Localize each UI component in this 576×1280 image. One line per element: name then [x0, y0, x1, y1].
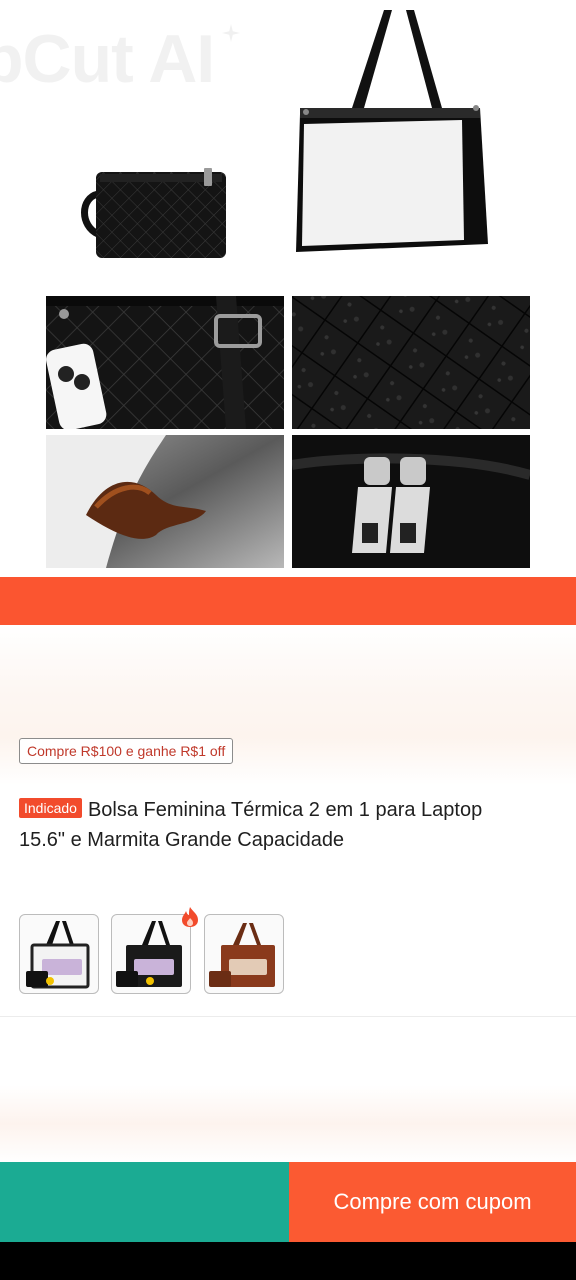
system-navigation-bar [0, 1242, 576, 1280]
product-title-text: Bolsa Feminina Térmica 2 em 1 para Lapto… [19, 799, 483, 851]
clutch-bag-image [78, 164, 230, 264]
variant-thumb-black[interactable] [111, 914, 191, 994]
phone-in-bag-detail [46, 296, 284, 429]
tote-bag-image [292, 4, 492, 258]
section-divider [0, 1016, 576, 1017]
variant-thumb-white[interactable] [19, 914, 99, 994]
promo-banner [0, 577, 576, 625]
watermark-text: pCut AI [0, 21, 215, 97]
tote-bag-icon [209, 923, 275, 987]
recommended-tag: Indicado [19, 798, 82, 818]
product-title: Indicado Bolsa Feminina Térmica 2 em 1 pa… [19, 795, 519, 855]
lower-section [0, 1085, 576, 1163]
zipper-detail [292, 435, 530, 568]
coupon-chip[interactable]: Compre R$100 e ganhe R$1 off [19, 738, 234, 764]
tote-bag-icon [26, 921, 90, 989]
quilted-texture-detail [292, 296, 530, 429]
fire-icon [182, 907, 198, 927]
product-hero-image[interactable]: pCut AI [0, 0, 576, 577]
bottom-bar-left[interactable] [0, 1162, 289, 1242]
variant-thumb-brown[interactable] [204, 914, 284, 994]
buy-with-coupon-button[interactable]: Compre com cupom [289, 1162, 576, 1242]
sparkle-icon [222, 24, 240, 42]
water-resistant-lining-detail [46, 435, 284, 568]
